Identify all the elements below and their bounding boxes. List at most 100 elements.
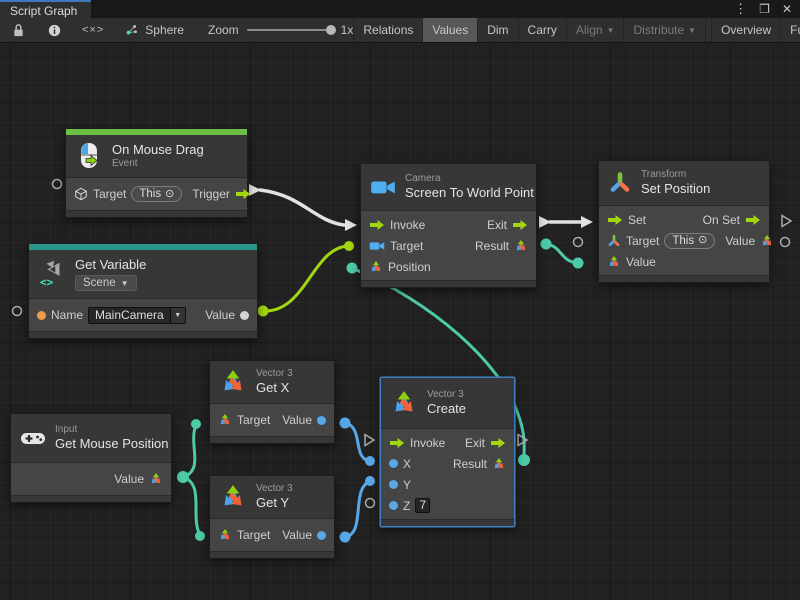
node-category: Input — [55, 424, 168, 436]
port-label-invoke: Invoke — [390, 218, 425, 232]
distribute-button[interactable]: Distribute▼ — [624, 18, 706, 42]
port-label-on-set: On Set — [703, 213, 740, 227]
code-preview-button[interactable]: <×> — [72, 18, 114, 42]
node-vector3-create[interactable]: Vector 3 Create Invoke Exit X Result — [380, 377, 515, 527]
vector3-port-icon[interactable] — [514, 239, 528, 253]
vector3-port-icon[interactable] — [218, 528, 232, 542]
transform-port-icon[interactable] — [607, 234, 621, 248]
float-port-dot[interactable] — [389, 480, 398, 489]
node-get-x[interactable]: Vector 3 Get X Target Value — [209, 360, 335, 444]
wire-mousepos-gety[interactable] — [183, 477, 200, 535]
vector3-port-icon[interactable] — [149, 472, 163, 486]
flow-arrow-icon[interactable] — [607, 214, 623, 226]
wire-variable-target[interactable] — [263, 246, 348, 311]
flow-arrow-icon[interactable] — [490, 437, 506, 449]
port-indicator — [782, 216, 791, 227]
node-on-mouse-drag[interactable]: On Mouse Drag Event Target This⊙ Trigger — [65, 128, 248, 218]
lock-button[interactable] — [0, 18, 36, 42]
port-label-x: X — [403, 457, 411, 471]
script-graph-window: On Mouse Drag Event Target This⊙ Trigger… — [0, 0, 800, 600]
node-title: Get Y — [256, 495, 293, 511]
float-port-dot[interactable] — [389, 501, 398, 510]
port-label-y: Y — [403, 478, 411, 492]
dim-button[interactable]: Dim — [478, 18, 518, 42]
flow-arrow-icon[interactable] — [389, 437, 405, 449]
flow-arrow-icon[interactable] — [745, 214, 761, 226]
node-title: Get X — [256, 380, 293, 396]
node-title: Screen To World Point — [405, 185, 534, 201]
graph-toolbar: <×> Sphere Zoom 1x Relations Values Dim … — [0, 18, 800, 43]
node-set-position[interactable]: Transform Set Position Set On Set Target… — [598, 160, 770, 283]
gameobject-cube-icon — [74, 187, 88, 201]
code-icon: <×> — [82, 24, 104, 36]
float-port-dot[interactable] — [389, 459, 398, 468]
flow-arrow-icon[interactable] — [369, 219, 385, 231]
port-label-value-in: Value — [626, 255, 656, 269]
variable-name-field[interactable]: MainCamera ▼ — [88, 307, 186, 324]
menu-icon[interactable]: ⋮ — [734, 3, 747, 15]
flow-arrow-icon[interactable] — [512, 219, 528, 231]
zoom-slider[interactable] — [247, 29, 333, 31]
wire-mousepos-getx[interactable] — [183, 425, 196, 477]
camera-icon — [370, 178, 396, 197]
port-indicator — [574, 238, 583, 247]
graph-name: Sphere — [145, 23, 184, 37]
values-button[interactable]: Values — [423, 18, 478, 42]
node-get-mouse-position[interactable]: Input Get Mouse Position Value — [10, 413, 172, 503]
zoom-value: 1x — [341, 23, 354, 37]
port-label-result: Result — [475, 239, 509, 253]
node-category: Camera — [405, 173, 534, 185]
z-value-field[interactable]: 7 — [415, 498, 430, 513]
port-label-position: Position — [388, 260, 431, 274]
port-label-target: Target — [237, 528, 270, 542]
vector3-port-icon[interactable] — [218, 413, 232, 427]
close-icon[interactable]: ✕ — [782, 3, 792, 15]
vector3-port-icon[interactable] — [760, 234, 774, 248]
port-label-target: Target — [626, 234, 659, 248]
vector3-port-icon[interactable] — [492, 457, 506, 471]
port-label-value: Value — [114, 472, 144, 486]
this-pill[interactable]: This⊙ — [664, 233, 715, 249]
zoom-slider-handle[interactable] — [326, 25, 336, 35]
tab-script-graph[interactable]: Script Graph — [0, 0, 91, 18]
toolbar-button-group: Relations Values Dim Carry Align▼ Distri… — [353, 18, 800, 42]
wire-trigger-invoke[interactable] — [260, 190, 344, 225]
node-category: Event — [112, 158, 204, 170]
carry-button[interactable]: Carry — [519, 18, 567, 42]
wire-end-arrow — [345, 219, 357, 231]
full-screen-button[interactable]: Full Screen — [781, 18, 800, 42]
vector3-icon — [219, 483, 247, 511]
vector3-port-icon[interactable] — [607, 255, 621, 269]
flow-arrow-icon[interactable] — [235, 188, 251, 200]
node-get-y[interactable]: Vector 3 Get Y Target Value — [209, 475, 335, 559]
svg-text:<>: <> — [40, 276, 54, 288]
maximize-icon[interactable]: ❐ — [759, 3, 770, 15]
string-port-dot[interactable] — [37, 311, 46, 320]
node-screen-to-world-point[interactable]: Camera Screen To World Point Invoke Exit… — [360, 163, 537, 288]
camera-port-icon[interactable] — [369, 240, 385, 252]
info-button[interactable] — [36, 18, 72, 42]
float-port-dot[interactable] — [317, 416, 326, 425]
object-port-dot[interactable] — [240, 311, 249, 320]
float-port-dot[interactable] — [317, 531, 326, 540]
overview-button[interactable]: Overview — [711, 18, 781, 42]
node-get-variable[interactable]: <> Get Variable Scene▼ Name MainCamera ▼… — [28, 243, 258, 339]
tab-title: Script Graph — [10, 4, 77, 18]
graph-breadcrumb[interactable]: Sphere — [114, 22, 194, 38]
chevron-down-icon[interactable]: ▼ — [170, 308, 185, 323]
this-pill[interactable]: This⊙ — [131, 186, 182, 202]
port-indicator — [13, 307, 22, 316]
vector3-icon — [219, 368, 247, 396]
port-label-target: Target — [237, 413, 270, 427]
align-button[interactable]: Align▼ — [567, 18, 625, 42]
vector3-port-icon[interactable] — [369, 260, 383, 274]
port-label-target: Target — [93, 187, 126, 201]
relations-button[interactable]: Relations — [353, 18, 423, 42]
node-category: Vector 3 — [427, 389, 466, 401]
variable-kind-dropdown[interactable]: Scene▼ — [75, 275, 137, 291]
port-label-exit: Exit — [465, 436, 485, 450]
port-label-name: Name — [51, 308, 83, 322]
zoom-label: Zoom — [208, 23, 239, 37]
node-category: Vector 3 — [256, 483, 293, 495]
wire-gety-y[interactable] — [345, 482, 369, 537]
